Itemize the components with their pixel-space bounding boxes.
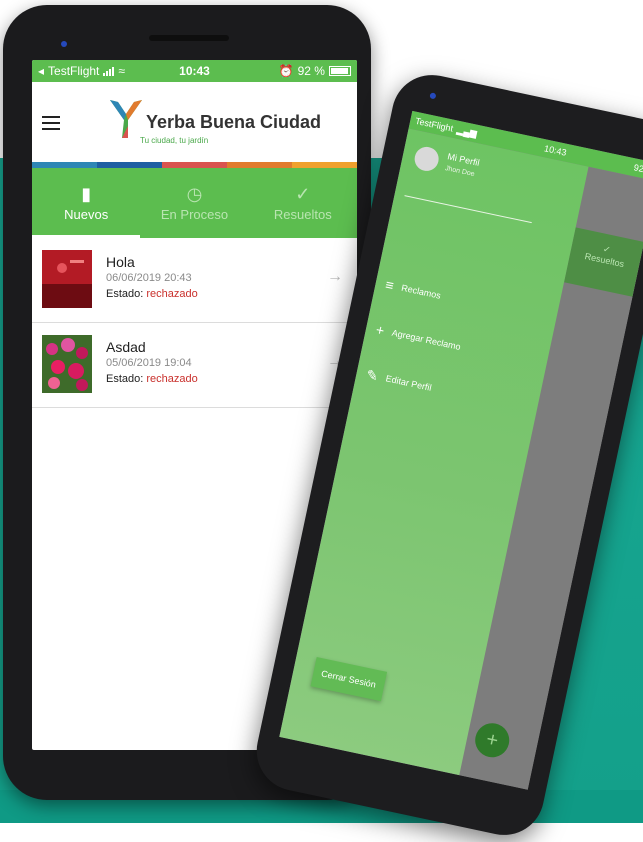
brand-tagline: Tu ciudad, tu jardín — [140, 136, 209, 145]
tab-nuevos[interactable]: ▮ Nuevos — [32, 168, 141, 238]
arrow-right-icon[interactable]: → — [327, 268, 343, 286]
status-bar: ◂ TestFlight ≈ 10:43 ⏰ 92 % — [32, 60, 357, 82]
tab-bar: ▮ Nuevos ◷ En Proceso ✓ Resueltos — [32, 168, 357, 238]
item-date: 06/06/2019 20:43 — [106, 272, 192, 284]
brand-logo-icon — [110, 100, 142, 138]
wifi-icon: ≈ — [118, 64, 125, 78]
item-title: Hola — [106, 254, 135, 270]
tab-label: Resueltos — [273, 206, 332, 222]
tab-resueltos[interactable]: ✓ Resueltos — [249, 168, 357, 238]
item-state: Estado: rechazado — [106, 373, 198, 385]
list-icon: ≡ — [384, 276, 396, 294]
menu-item-label: Editar Perfil — [384, 373, 433, 393]
status-battery: 92 % — [632, 162, 643, 176]
item-thumbnail — [42, 335, 92, 393]
profile-username: Jhon Doe — [444, 165, 476, 179]
status-carrier: TestFlight — [48, 64, 100, 78]
hamburger-icon[interactable] — [42, 116, 60, 130]
menu-item-label: Reclamos — [400, 282, 442, 301]
item-date: 05/06/2019 19:04 — [106, 357, 192, 369]
pencil-icon: ✎ — [364, 366, 380, 385]
brand-name: Yerba Buena Ciudad — [146, 112, 322, 132]
alarm-icon: ⏰ — [278, 64, 294, 78]
list-item[interactable]: Hola 06/06/2019 20:43 Estado: rechazado … — [32, 238, 357, 323]
status-time: 10:43 — [543, 143, 568, 158]
status-badge: rechazado — [146, 373, 198, 385]
app-header: Yerba Buena Ciudad Tu ciudad, tu jardín — [32, 82, 357, 162]
signal-icon — [103, 66, 115, 76]
list-item[interactable]: Asdad 05/06/2019 19:04 Estado: rechazado… — [32, 323, 357, 408]
speaker-grille — [149, 35, 229, 41]
plus-icon: + — [374, 321, 386, 339]
document-icon: ▮ — [81, 183, 92, 204]
menu-item-agregar-reclamo[interactable]: + Agregar Reclamo — [374, 321, 462, 354]
testflight-back-icon[interactable]: ◂ — [38, 64, 44, 78]
menu-item-reclamos[interactable]: ≡ Reclamos — [384, 276, 442, 302]
status-badge: rechazado — [146, 288, 198, 300]
logout-button[interactable]: Cerrar Sesión — [310, 656, 387, 702]
divider — [404, 195, 532, 224]
timer-icon: ◷ — [186, 183, 203, 204]
menu-item-editar-perfil[interactable]: ✎ Editar Perfil — [364, 366, 433, 394]
battery-icon — [328, 66, 351, 76]
signal-icon: ▂▄▆ — [455, 124, 478, 139]
item-title: Asdad — [106, 339, 146, 355]
check-icon: ✓ — [295, 183, 311, 204]
tab-en-proceso[interactable]: ◷ En Proceso — [140, 168, 248, 238]
front-camera — [61, 41, 67, 47]
menu-item-label: Agregar Reclamo — [390, 327, 462, 352]
status-battery: 92 % — [297, 64, 325, 78]
item-thumbnail — [42, 250, 92, 308]
tab-label: En Proceso — [160, 206, 229, 222]
avatar[interactable] — [412, 144, 441, 174]
tab-label: Nuevos — [64, 206, 109, 222]
item-state: Estado: rechazado — [106, 288, 198, 300]
front-camera — [429, 92, 437, 100]
status-time: 10:43 — [179, 64, 210, 78]
